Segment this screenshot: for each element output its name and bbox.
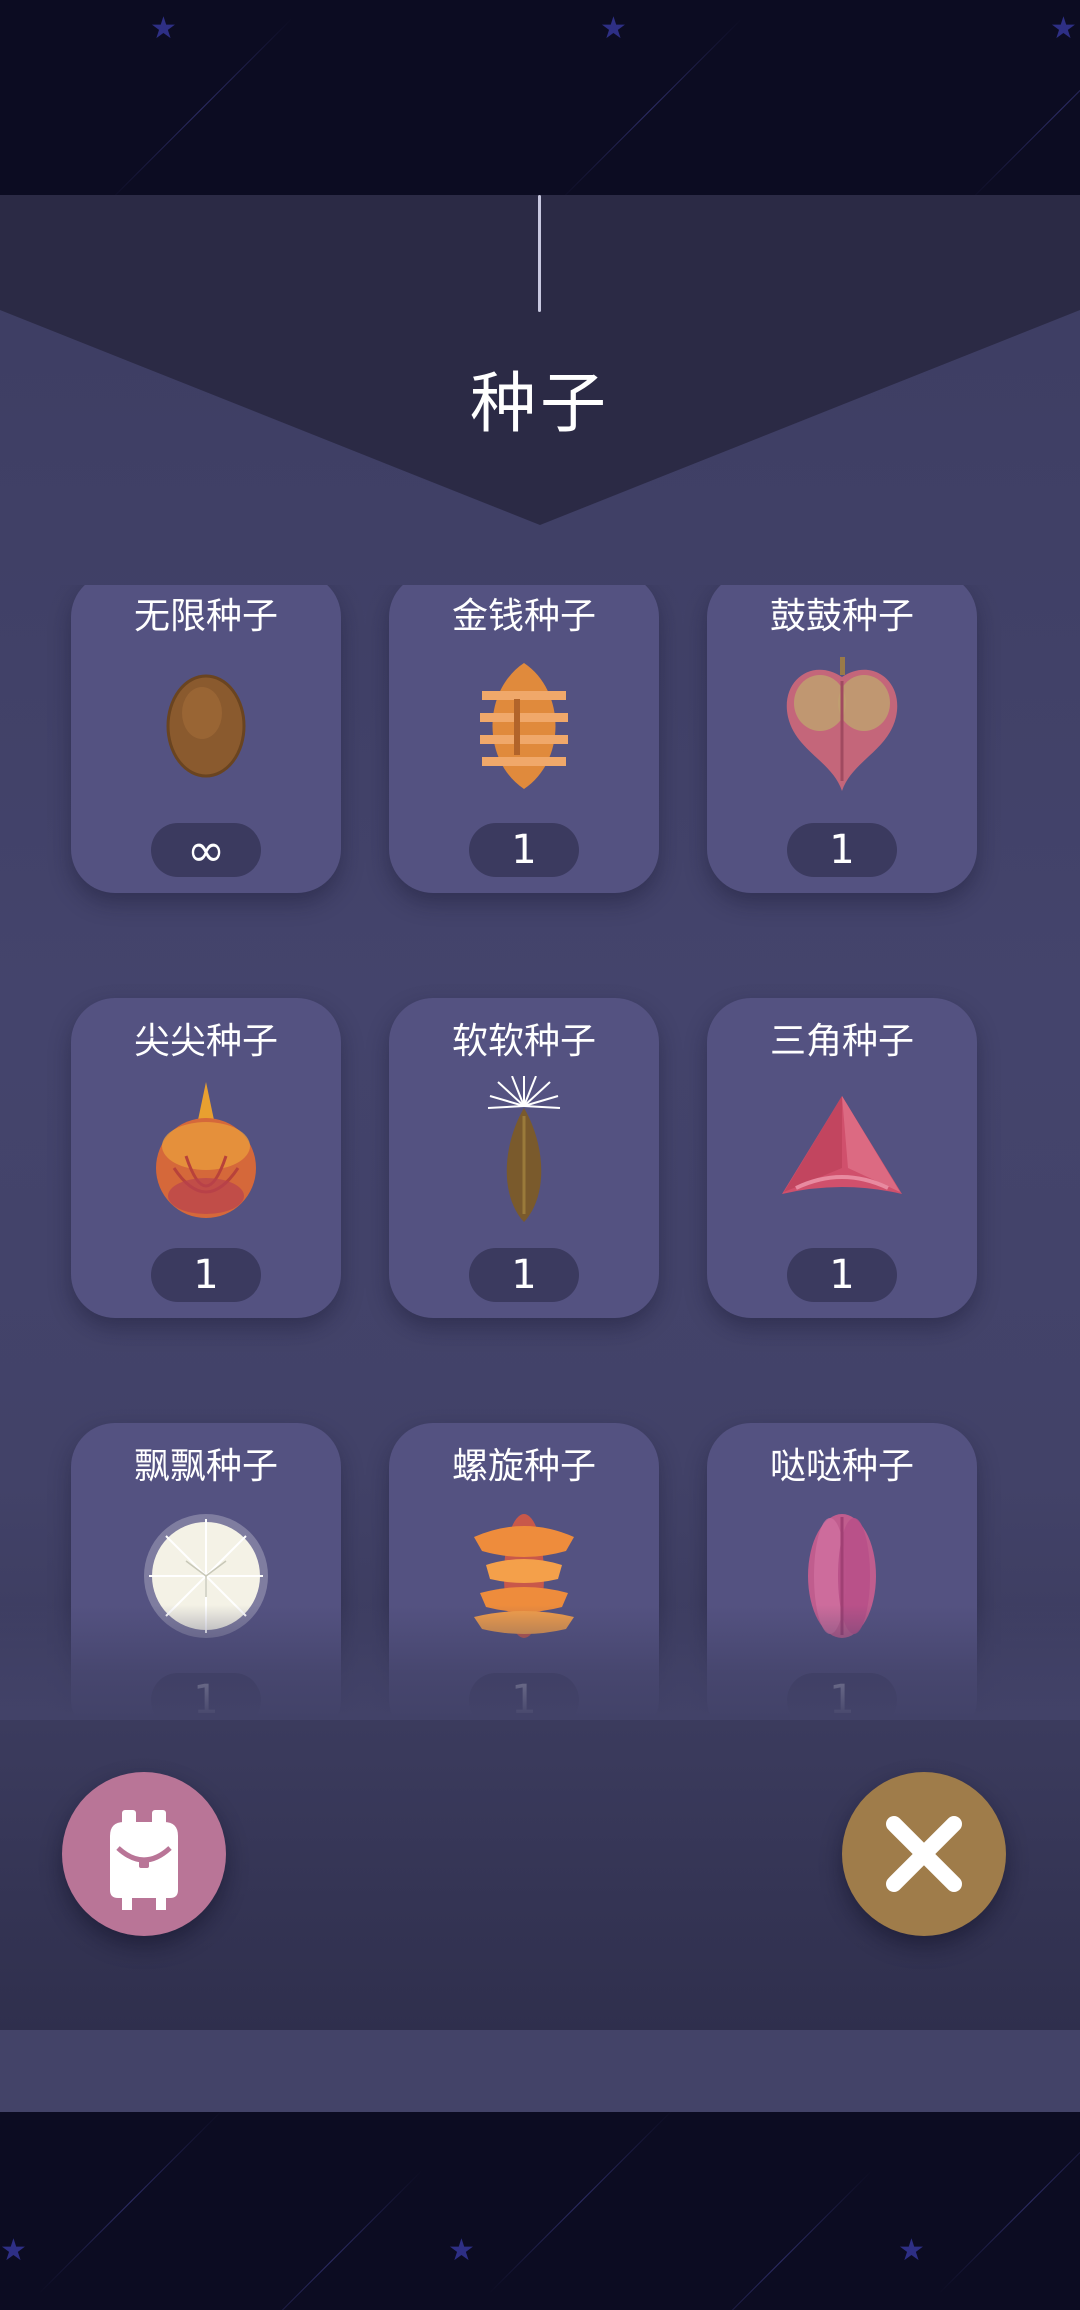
seed-name: 哒哒种子 [769,1446,914,1487]
light-streak [938,2112,1080,2295]
light-streak [38,2112,223,2295]
star-icon: ★ [0,2233,27,2268]
seed-name: 鼓鼓种子 [769,596,914,637]
seed-card-spiral[interactable]: 螺旋种子 1 [389,1423,659,1720]
light-streak [688,2169,873,2310]
star-icon: ★ [600,11,627,46]
close-icon [886,1816,962,1892]
seed-grid: 无限种子 ∞ 金钱种子 1 鼓鼓种子 1 尖尖种子 1 软软种子 1 三角种子 … [0,585,1080,1720]
seed-name: 螺旋种子 [451,1446,596,1487]
backpack-button[interactable] [62,1772,226,1936]
seed-name: 三角种子 [769,1021,914,1062]
seed-card-infinite[interactable]: 无限种子 ∞ [71,585,341,893]
ribbed-pink-seed-icon [808,1514,876,1638]
seed-name: 金钱种子 [451,596,596,637]
spiral-seed-icon [474,1514,574,1638]
night-sky-top: ★ ★ ★ [0,0,1080,195]
triangle-seed-icon [782,1096,902,1194]
seed-card-soft[interactable]: 软软种子 1 [389,998,659,1318]
seed-card-puffy[interactable]: 鼓鼓种子 1 [707,585,977,893]
seed-count: ∞ [151,823,261,877]
seed-count: 1 [787,1248,897,1302]
almond-seed-icon [166,674,246,778]
star-icon: ★ [150,11,177,46]
pointed-round-seed-icon [156,1082,256,1218]
dandelion-seed-icon [144,1514,268,1638]
striped-orange-seed-icon [480,663,568,789]
hanging-rope [538,195,541,312]
light-streak [238,2169,423,2310]
fluffy-tip-seed-icon [487,1076,561,1222]
seed-name: 软软种子 [451,1021,596,1062]
light-streak [108,17,293,195]
light-streak [558,17,743,195]
page-title: 种子 [470,365,610,442]
bottom-strip [0,2030,1080,2112]
seed-count: 1 [469,823,579,877]
seed-count: 1 [787,1673,897,1720]
seed-panel: 种子 无限种子 ∞ 金钱种子 1 鼓鼓种子 1 尖尖种子 1 软软种子 1 三角… [0,195,1080,2030]
seed-count: 1 [469,1248,579,1302]
close-button[interactable] [842,1772,1006,1936]
star-icon: ★ [448,2233,475,2268]
seed-count: 1 [787,823,897,877]
seed-card-pointy[interactable]: 尖尖种子 1 [71,998,341,1318]
seed-card-triangle[interactable]: 三角种子 1 [707,998,977,1318]
seed-card-tapping[interactable]: 哒哒种子 1 [707,1423,977,1720]
seed-count: 1 [151,1673,261,1720]
seed-name: 无限种子 [133,596,278,637]
light-streak [488,2112,673,2295]
seed-card-money[interactable]: 金钱种子 1 [389,585,659,893]
seed-count: 1 [469,1673,579,1720]
seed-count: 1 [151,1248,261,1302]
seed-card-floating[interactable]: 飘飘种子 1 [71,1423,341,1720]
night-sky-bottom: ★ ★ ★ [0,2112,1080,2310]
seed-name: 尖尖种子 [133,1021,278,1062]
seed-name: 飘飘种子 [133,1446,278,1487]
backpack-icon [110,1810,178,1910]
heart-pod-seed-icon [786,657,898,791]
star-icon: ★ [898,2233,925,2268]
star-icon: ★ [1050,11,1077,46]
